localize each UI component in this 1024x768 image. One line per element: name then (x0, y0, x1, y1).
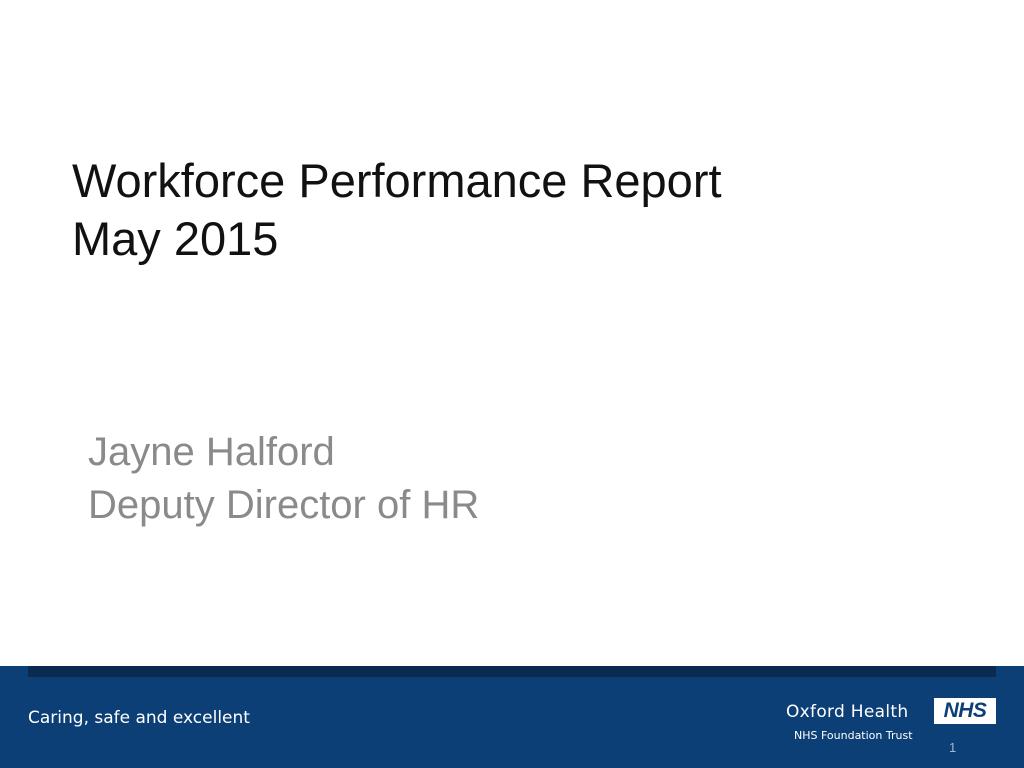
slide-title-line-1: Workforce Performance Report (72, 154, 722, 207)
page-number: 1 (949, 740, 957, 755)
footer-bar: Caring, safe and excellent Oxford Health… (0, 666, 1024, 768)
footer-tagline: Caring, safe and excellent (28, 708, 250, 728)
presenter-name: Jayne Halford (88, 430, 335, 474)
slide-subtitle: Jayne Halford Deputy Director of HR (88, 426, 888, 532)
nhs-logo-icon: NHS (934, 698, 996, 724)
nhs-logo-text: NHS (943, 699, 987, 722)
organisation-logo: Oxford Health NHS Foundation Trust NHS (782, 698, 1002, 748)
presenter-role: Deputy Director of HR (88, 483, 480, 527)
organisation-name: Oxford Health (786, 702, 909, 722)
organisation-subtitle: NHS Foundation Trust (794, 729, 913, 742)
slide-title-line-2: May 2015 (72, 212, 279, 265)
slide: Workforce Performance Report May 2015 Ja… (0, 0, 1024, 768)
footer-strip (28, 666, 996, 677)
slide-title: Workforce Performance Report May 2015 (72, 152, 972, 268)
